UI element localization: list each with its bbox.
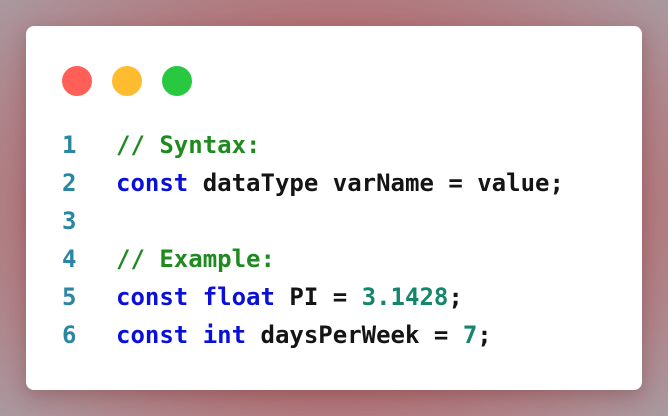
code-token-plain: ;	[477, 321, 492, 349]
code-token-plain: ;	[448, 283, 463, 311]
code-token-keyword: const	[116, 321, 189, 349]
code-token-keyword: int	[202, 321, 247, 349]
code-line-content: // Example:	[116, 240, 275, 278]
code-line: 5 const float PI = 3.1428;	[62, 278, 564, 316]
code-token-plain: dataType varName = value;	[188, 169, 564, 197]
code-block: 1 // Syntax: 2 const dataType varName = val…	[62, 126, 564, 354]
code-token-comment: // Example:	[116, 245, 275, 273]
code-line-content: const dataType varName = value;	[116, 164, 564, 202]
code-line: 6 const int daysPerWeek = 7;	[62, 316, 564, 354]
code-token-keyword: float	[202, 283, 275, 311]
line-number: 4	[62, 245, 77, 273]
maximize-dot-icon[interactable]	[162, 66, 192, 96]
code-line: 4 // Example:	[62, 240, 564, 278]
code-line-content: const int daysPerWeek = 7;	[116, 316, 492, 354]
code-line-content: // Syntax:	[116, 126, 261, 164]
window-controls	[62, 66, 192, 96]
code-token-comment: // Syntax:	[116, 131, 261, 159]
minimize-dot-icon[interactable]	[112, 66, 142, 96]
code-token-plain: daysPerWeek =	[246, 321, 463, 349]
line-number: 1	[62, 131, 77, 159]
line-number: 2	[62, 169, 77, 197]
code-token-keyword: const	[116, 283, 189, 311]
code-token-keyword: const	[116, 169, 189, 197]
code-line: 1 // Syntax:	[62, 126, 564, 164]
code-line: 2 const dataType varName = value;	[62, 164, 564, 202]
close-dot-icon[interactable]	[62, 66, 92, 96]
code-line-content: const float PI = 3.1428;	[116, 278, 463, 316]
line-number: 6	[62, 321, 77, 349]
code-token-number: 3.1428	[361, 283, 449, 311]
code-token-number: 7	[462, 321, 478, 349]
code-line: 3	[62, 202, 564, 240]
line-number: 3	[62, 207, 77, 235]
line-number: 5	[62, 283, 77, 311]
code-token-plain: PI =	[274, 283, 362, 311]
code-card: 1 // Syntax: 2 const dataType varName = val…	[26, 26, 642, 390]
